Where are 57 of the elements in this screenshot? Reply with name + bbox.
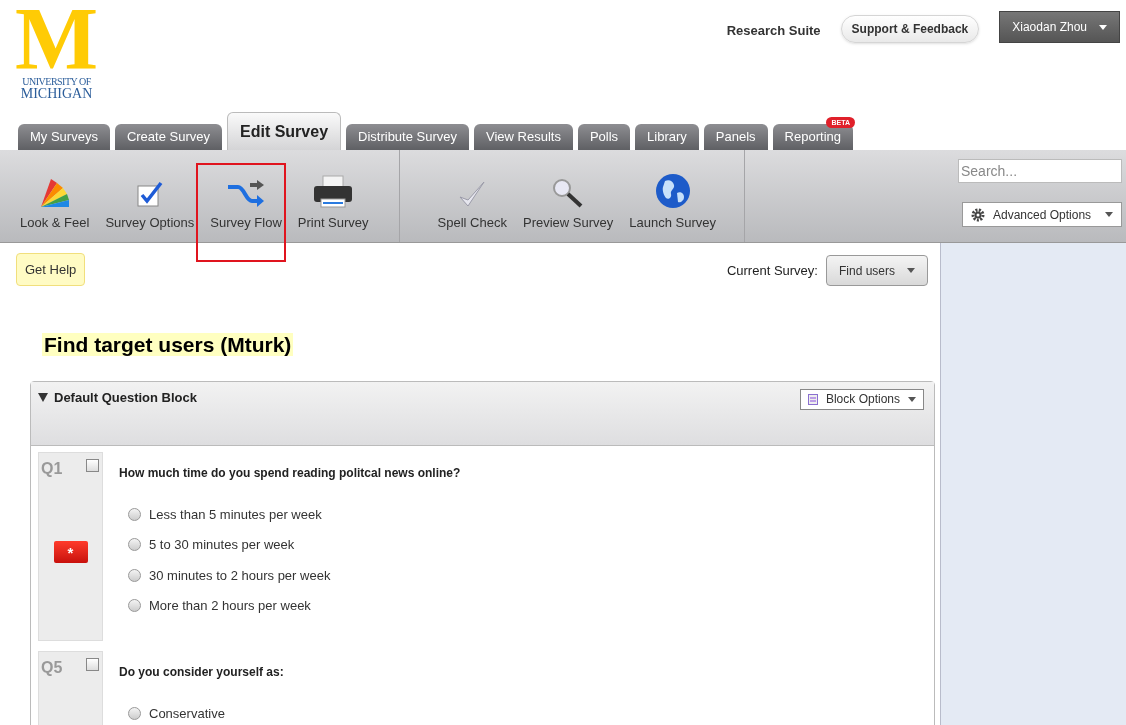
logo-text: UNIVERSITY OF — [22, 77, 91, 87]
printer-icon — [312, 174, 355, 209]
current-survey-label: Current Survey: — [726, 261, 818, 280]
toolbar-button[interactable]: Survey Flow — [202, 164, 290, 232]
survey-dropdown[interactable]: Find users — [825, 255, 928, 286]
question-text: Do you consider yourself as: — [119, 663, 284, 681]
required-marker[interactable]: * — [53, 540, 88, 563]
question-number: Q1 — [41, 458, 63, 479]
question-checkbox[interactable] — [86, 458, 99, 472]
tab[interactable]: Edit Survey — [227, 112, 342, 150]
choice-label: 30 minutes to 2 hours per week — [149, 566, 331, 585]
choice-label: Conservative — [149, 704, 225, 723]
choice-label: Less than 5 minutes per week — [149, 505, 322, 524]
caret-icon — [1099, 24, 1107, 30]
settings-icon — [971, 207, 985, 222]
list-icon — [807, 393, 818, 405]
choice-label: More than 2 hours per week — [149, 597, 311, 615]
logo-mark: M — [14, 4, 99, 74]
toolbar-button[interactable]: Print Survey — [289, 164, 377, 232]
radio-button[interactable] — [128, 538, 141, 552]
radio-button[interactable] — [128, 507, 141, 521]
block-options-button[interactable]: Block Options — [799, 388, 924, 410]
support-button[interactable]: Support & Feedback — [840, 15, 980, 43]
tab[interactable]: Polls — [577, 124, 631, 150]
question-text: How much time do you spend reading politcal news online? — [119, 464, 461, 482]
tab[interactable]: Create Survey — [114, 124, 222, 150]
tab[interactable]: View Results — [474, 124, 573, 150]
caret-icon — [907, 268, 915, 273]
block-title: Default Question Block — [54, 388, 198, 407]
toolbar-button[interactable]: Launch Survey — [621, 164, 724, 232]
help-button[interactable]: Get Help — [16, 253, 86, 286]
radio-button[interactable] — [128, 599, 141, 613]
tab[interactable]: My Surveys — [18, 124, 110, 150]
radio-button[interactable] — [128, 706, 141, 720]
logo-text: MICHIGAN — [20, 87, 93, 101]
caret-icon — [1105, 212, 1113, 217]
globe-icon — [654, 172, 691, 209]
question-checkbox[interactable] — [86, 657, 99, 671]
toolbar-button[interactable]: Spell Check — [429, 164, 515, 232]
collapse-triangle-icon[interactable] — [38, 392, 48, 402]
advanced-options-button[interactable]: Advanced Options — [962, 202, 1122, 227]
radio-button[interactable] — [128, 568, 141, 582]
toolbar-button[interactable]: Survey Options — [97, 164, 203, 232]
search-field[interactable]: Search... — [958, 159, 1122, 183]
tab[interactable]: Panels — [703, 124, 768, 150]
user-menu-button[interactable]: Xiaodan Zhou — [999, 11, 1120, 43]
caret-icon — [908, 396, 916, 402]
tab[interactable]: Distribute Survey — [346, 124, 469, 150]
suite-name: Research Suite — [726, 22, 821, 40]
survey-title: Find target users (Mturk) — [42, 333, 294, 356]
question-number: Q5 — [41, 657, 63, 678]
toolbar-button[interactable]: Look & Feel — [12, 164, 98, 232]
tab[interactable]: Library — [635, 124, 699, 150]
toolbar-button[interactable]: Preview Survey — [514, 164, 622, 232]
tab[interactable]: Reporting — [772, 124, 853, 150]
choice-label: 5 to 30 minutes per week — [149, 536, 295, 554]
shuffle-arrows-icon — [226, 178, 266, 209]
